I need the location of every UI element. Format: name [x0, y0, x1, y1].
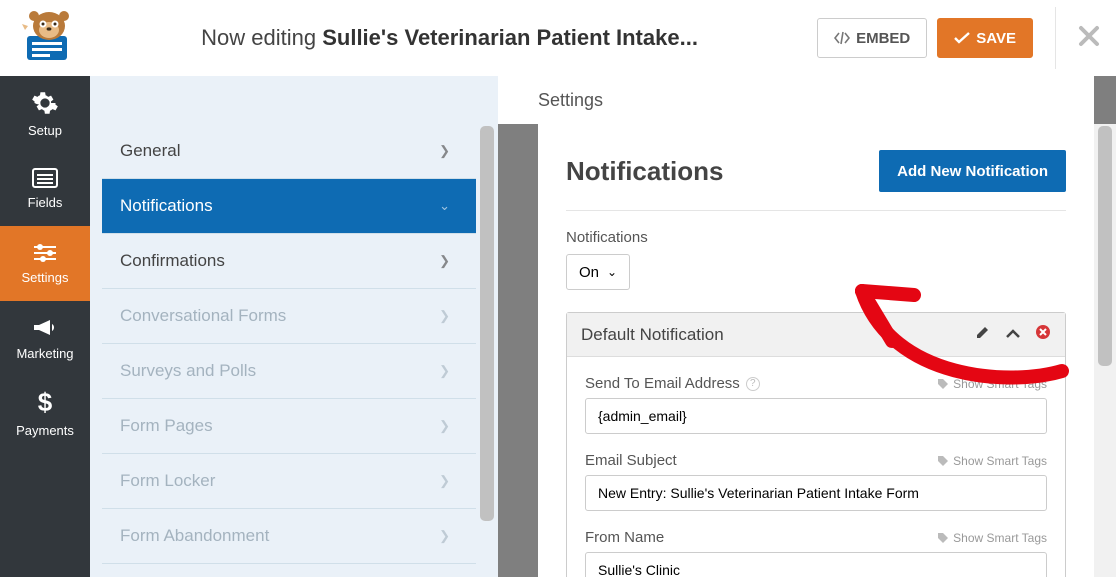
show-smart-tags-link[interactable]: Show Smart Tags: [937, 377, 1047, 391]
now-editing-label: Now editing: [201, 25, 316, 50]
embed-button[interactable]: EMBED: [817, 18, 927, 58]
chevron-right-icon: ❯: [439, 143, 450, 159]
field-email-subject: Email Subject Show Smart Tags: [585, 452, 1047, 511]
check-icon: [954, 32, 970, 44]
tag-icon: [937, 378, 949, 390]
scrollbar-thumb[interactable]: [480, 126, 494, 521]
close-icon: [1078, 25, 1100, 47]
nav-item-conversational-forms[interactable]: Conversational Forms ❯: [102, 289, 476, 344]
delete-icon[interactable]: [1035, 324, 1051, 345]
main-panel: Settings Notifications Add New Notificat…: [498, 76, 1116, 577]
rail-item-setup[interactable]: Setup: [0, 76, 90, 151]
rail-item-marketing[interactable]: Marketing: [0, 301, 90, 376]
notifications-toggle-value: On: [579, 264, 599, 281]
now-editing-formname: Sullie's Veterinarian Patient Intake...: [322, 25, 698, 50]
show-smart-tags-link[interactable]: Show Smart Tags: [937, 531, 1047, 545]
chevron-right-icon: ❯: [439, 473, 450, 489]
save-label: SAVE: [976, 30, 1016, 47]
field-label-sendto: Send To Email Address: [585, 375, 740, 392]
notification-block-header: Default Notification: [567, 313, 1065, 357]
gear-icon: [31, 89, 59, 117]
settings-nav-scrollbar[interactable]: [476, 124, 498, 577]
nav-item-general[interactable]: General ❯: [102, 124, 476, 179]
code-icon: [834, 31, 850, 45]
rail-label-payments: Payments: [16, 423, 74, 438]
chevron-down-icon: ⌄: [439, 198, 450, 214]
rail-label-settings: Settings: [22, 270, 69, 285]
notification-block-actions: [975, 324, 1051, 345]
nav-label: General: [120, 141, 180, 161]
nav-label: Surveys and Polls: [120, 361, 256, 381]
tag-icon: [937, 455, 949, 467]
field-label-fromname: From Name: [585, 529, 664, 546]
nav-label: Form Pages: [120, 416, 213, 436]
tag-icon: [937, 532, 949, 544]
notification-block: Default Notification Send To Email Addre…: [566, 312, 1066, 577]
sliders-icon: [31, 242, 59, 264]
email-subject-input[interactable]: [585, 475, 1047, 511]
list-icon: [31, 167, 59, 189]
notifications-toggle-label: Notifications: [566, 229, 1066, 246]
topbar: Now editing Sullie's Veterinarian Patien…: [0, 0, 1116, 76]
app-logo: [16, 5, 82, 71]
settings-nav-list: General ❯ Notifications ⌄ Confirmations ❯ C…: [102, 124, 476, 577]
notification-block-body: Send To Email Address ? Show Smart Tags …: [567, 357, 1065, 577]
field-label-subject: Email Subject: [585, 452, 677, 469]
scrollbar-thumb[interactable]: [1098, 126, 1112, 366]
workspace: Setup Fields Settings Marketing $ Paymen…: [0, 76, 1116, 577]
topbar-divider: [1055, 7, 1056, 69]
chevron-right-icon: ❯: [439, 308, 450, 324]
field-from-name: From Name Show Smart Tags: [585, 529, 1047, 577]
nav-item-surveys-and-polls[interactable]: Surveys and Polls ❯: [102, 344, 476, 399]
dollar-icon: $: [36, 389, 54, 417]
nav-item-notifications[interactable]: Notifications ⌄: [102, 179, 476, 234]
close-button[interactable]: [1078, 22, 1100, 54]
now-editing: Now editing Sullie's Veterinarian Patien…: [82, 25, 817, 51]
from-name-input[interactable]: [585, 552, 1047, 577]
rail-item-settings[interactable]: Settings: [0, 226, 90, 301]
notifications-toggle[interactable]: On ⌄: [566, 254, 630, 290]
bullhorn-icon: [31, 316, 59, 340]
field-send-to: Send To Email Address ? Show Smart Tags: [585, 375, 1047, 434]
chevron-right-icon: ❯: [439, 363, 450, 379]
rail-item-payments[interactable]: $ Payments: [0, 376, 90, 451]
help-icon[interactable]: ?: [746, 377, 760, 391]
main-scrollbar[interactable]: [1094, 124, 1116, 577]
send-to-input[interactable]: [585, 398, 1047, 434]
rail-label-fields: Fields: [28, 195, 63, 210]
chevron-right-icon: ❯: [439, 528, 450, 544]
main-settings-header-label: Settings: [538, 90, 603, 111]
edit-icon[interactable]: [975, 324, 991, 345]
card-header: Notifications Add New Notification: [566, 150, 1066, 211]
chevron-right-icon: ❯: [439, 253, 450, 269]
nav-item-form-pages[interactable]: Form Pages ❯: [102, 399, 476, 454]
main-inner: Notifications Add New Notification Notif…: [498, 124, 1116, 577]
nav-label: Notifications: [120, 196, 213, 216]
nav-item-form-locker[interactable]: Form Locker ❯: [102, 454, 476, 509]
notification-block-title: Default Notification: [581, 325, 724, 345]
nav-label: Confirmations: [120, 251, 225, 271]
nav-label: Form Locker: [120, 471, 215, 491]
main-settings-header: Settings: [498, 76, 1094, 124]
settings-nav-panel: General ❯ Notifications ⌄ Confirmations ❯ C…: [90, 76, 498, 577]
settings-nav-body: General ❯ Notifications ⌄ Confirmations ❯ C…: [90, 124, 498, 577]
svg-text:$: $: [38, 389, 53, 417]
nav-item-confirmations[interactable]: Confirmations ❯: [102, 234, 476, 289]
nav-label: Form Abandonment: [120, 526, 269, 546]
nav-item-form-abandonment[interactable]: Form Abandonment ❯: [102, 509, 476, 564]
nav-label: Conversational Forms: [120, 306, 286, 326]
notifications-card: Notifications Add New Notification Notif…: [538, 124, 1094, 577]
chevron-up-icon[interactable]: [1005, 326, 1021, 344]
left-rail: Setup Fields Settings Marketing $ Paymen…: [0, 76, 90, 577]
save-button[interactable]: SAVE: [937, 18, 1033, 58]
add-new-notification-button[interactable]: Add New Notification: [879, 150, 1066, 192]
show-smart-tags-link[interactable]: Show Smart Tags: [937, 454, 1047, 468]
rail-label-marketing: Marketing: [16, 346, 73, 361]
embed-label: EMBED: [856, 30, 910, 47]
page-title: Notifications: [566, 156, 723, 187]
rail-item-fields[interactable]: Fields: [0, 151, 90, 226]
chevron-right-icon: ❯: [439, 418, 450, 434]
chevron-down-icon: ⌄: [607, 265, 617, 279]
rail-label-setup: Setup: [28, 123, 62, 138]
